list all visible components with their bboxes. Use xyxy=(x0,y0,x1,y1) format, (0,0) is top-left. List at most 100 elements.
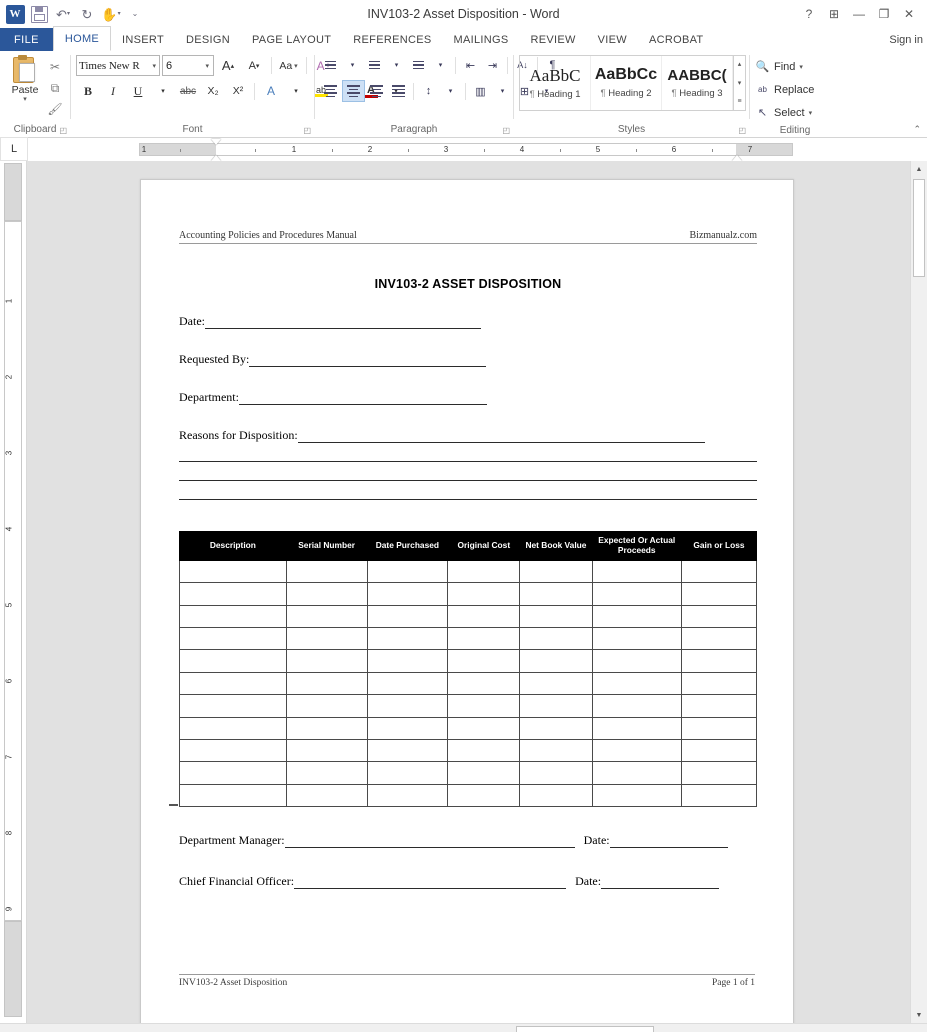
line-spacing-caret[interactable]: ▾ xyxy=(440,81,461,101)
table-cell[interactable] xyxy=(591,671,682,696)
tab-file[interactable]: FILE xyxy=(0,28,53,51)
find-button[interactable]: 🔍 Find ▾ xyxy=(755,56,803,77)
styles-more-icon[interactable]: ≡ xyxy=(734,93,745,110)
maximize-button[interactable]: ❐ xyxy=(872,3,896,25)
table-cell[interactable] xyxy=(447,582,521,606)
table-cell[interactable] xyxy=(179,604,287,628)
customize-qat-icon[interactable]: ⌄ xyxy=(124,3,146,25)
table-cell[interactable] xyxy=(680,694,758,718)
table-cell[interactable] xyxy=(591,559,682,584)
table-cell[interactable] xyxy=(366,694,449,718)
font-size-input[interactable]: 6 ▾ xyxy=(162,55,214,76)
styles-scroll-up-icon[interactable]: ▴ xyxy=(734,56,745,73)
table-cell[interactable] xyxy=(680,604,758,628)
table-cell[interactable] xyxy=(447,604,521,628)
table-cell[interactable] xyxy=(366,649,449,673)
table-row[interactable] xyxy=(179,738,758,763)
paste-button[interactable]: Paste ▾ xyxy=(5,55,45,103)
bold-button[interactable]: B xyxy=(76,81,100,101)
table-cell[interactable] xyxy=(447,738,521,763)
table-cell[interactable] xyxy=(179,761,287,785)
tab-acrobat[interactable]: ACROBAT xyxy=(638,28,714,51)
undo-icon[interactable]: ↶ ▾ xyxy=(52,3,74,25)
underline-button[interactable]: U xyxy=(126,81,150,101)
style-heading-1[interactable]: AaBbC Heading 1 xyxy=(520,56,591,110)
field-department[interactable]: Department: xyxy=(179,390,757,405)
font-dialog-launcher[interactable]: ◰ xyxy=(303,126,311,135)
table-cell[interactable] xyxy=(680,783,758,808)
text-effects-caret[interactable]: ▾ xyxy=(284,81,308,101)
table-cell[interactable] xyxy=(519,559,593,584)
vertical-ruler[interactable]: 1 2 3 4 5 6 7 8 9 xyxy=(0,161,27,1023)
paragraph-dialog-launcher[interactable]: ◰ xyxy=(502,126,510,135)
scroll-up-button[interactable]: ▲ xyxy=(911,161,927,177)
table-cell[interactable] xyxy=(285,738,368,763)
asset-disposition-table[interactable]: Description Serial Number Date Purchased… xyxy=(169,531,758,808)
table-cell[interactable] xyxy=(366,559,449,584)
align-center-button[interactable] xyxy=(342,80,365,102)
table-cell[interactable] xyxy=(519,626,593,651)
field-line[interactable] xyxy=(238,392,487,405)
table-row[interactable] xyxy=(179,716,758,740)
grow-font-icon[interactable]: A ▴ xyxy=(216,56,240,76)
replace-button[interactable]: ab Replace xyxy=(755,79,814,100)
table-row[interactable] xyxy=(179,582,758,606)
signature-date-line[interactable] xyxy=(609,835,728,849)
table-cell[interactable] xyxy=(591,604,682,628)
sign-in-link[interactable]: Sign in xyxy=(889,28,927,51)
table-cell[interactable] xyxy=(519,604,593,628)
table-cell[interactable] xyxy=(447,761,521,785)
clipboard-dialog-launcher[interactable]: ◰ xyxy=(59,126,67,135)
document-page[interactable]: Accounting Policies and Procedures Manua… xyxy=(140,179,794,1023)
field-line[interactable] xyxy=(249,354,487,367)
select-caret[interactable]: ▾ xyxy=(809,109,813,117)
table-cell[interactable] xyxy=(447,649,521,673)
table-cell[interactable] xyxy=(285,761,368,785)
tab-design[interactable]: DESIGN xyxy=(175,28,241,51)
shrink-font-icon[interactable]: A ▾ xyxy=(242,56,266,76)
styles-scroll-down-icon[interactable]: ▾ xyxy=(734,75,745,92)
minimize-button[interactable]: — xyxy=(847,3,871,25)
strikethrough-button[interactable]: abc xyxy=(176,81,200,101)
table-cell[interactable] xyxy=(447,694,521,718)
copy-icon[interactable]: ⧉ xyxy=(45,79,65,97)
table-cell[interactable] xyxy=(519,649,593,673)
help-icon[interactable]: ? xyxy=(797,3,821,25)
justify-button[interactable] xyxy=(388,81,409,101)
format-painter-icon[interactable]: 🖌 xyxy=(45,100,65,118)
increase-indent-icon[interactable]: ⇥ xyxy=(482,55,503,75)
table-cell[interactable] xyxy=(285,582,368,606)
table-row[interactable] xyxy=(179,671,758,696)
redo-icon[interactable]: ↻ xyxy=(76,3,98,25)
table-cell[interactable] xyxy=(447,626,521,651)
table-cell[interactable] xyxy=(591,716,682,740)
font-name-input[interactable]: Times New R ▾ xyxy=(76,55,160,76)
table-cell[interactable] xyxy=(591,582,682,606)
table-cell[interactable] xyxy=(366,738,449,763)
field-line[interactable] xyxy=(205,316,481,329)
touch-mode-icon[interactable]: ✋ ▾ xyxy=(100,3,122,25)
table-cell[interactable] xyxy=(179,559,287,584)
shading-caret[interactable]: ▾ xyxy=(492,81,513,101)
signature-department-manager[interactable]: Department Manager: Date: xyxy=(179,833,757,849)
close-button[interactable]: ✕ xyxy=(897,3,921,25)
multilevel-caret[interactable]: ▾ xyxy=(430,55,451,75)
table-cell[interactable] xyxy=(519,671,593,696)
table-cell[interactable] xyxy=(447,783,521,808)
table-cell[interactable] xyxy=(519,738,593,763)
table-cell[interactable] xyxy=(179,716,287,740)
tab-review[interactable]: REVIEW xyxy=(519,28,586,51)
blank-line[interactable] xyxy=(179,479,757,481)
tab-references[interactable]: REFERENCES xyxy=(342,28,442,51)
table-cell[interactable] xyxy=(680,559,758,584)
vertical-scrollbar[interactable]: ▲ ▼ xyxy=(910,161,927,1023)
field-line[interactable] xyxy=(297,430,705,443)
superscript-button[interactable]: X² xyxy=(226,81,250,101)
table-cell[interactable] xyxy=(591,783,682,808)
table-cell[interactable] xyxy=(519,694,593,718)
table-cell[interactable] xyxy=(591,694,682,718)
first-line-indent-marker[interactable] xyxy=(211,139,221,145)
signature-line[interactable] xyxy=(284,835,575,849)
cut-icon[interactable]: ✂ xyxy=(45,58,65,76)
table-cell[interactable] xyxy=(285,671,368,696)
